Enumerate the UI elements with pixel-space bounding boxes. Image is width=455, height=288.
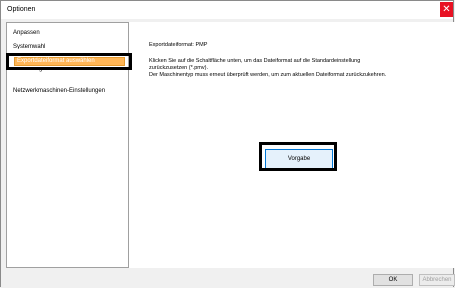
- sidebar-item-anpassen[interactable]: Anpassen: [13, 30, 40, 36]
- sidebar-item-exportdateiformat[interactable]: Exportdateiformat auswählen: [14, 57, 125, 66]
- ok-button[interactable]: OK: [373, 274, 413, 286]
- info-text-line-1: Klicken Sie auf die Schaltfläche unten, …: [149, 58, 361, 64]
- close-icon[interactable]: ✕: [440, 2, 453, 17]
- options-dialog: Optionen ✕ Anpassen Systemwahl Exportdat…: [0, 0, 455, 288]
- sidebar-item-benutzerschnittstelle[interactable]: Einstellungen Benutzerschnittstelle: [13, 68, 106, 75]
- title-bar: Optionen ✕: [1, 1, 453, 19]
- options-sidebar: Anpassen Systemwahl Exportdateiformat au…: [6, 22, 129, 268]
- dialog-title: Optionen: [7, 6, 36, 13]
- cancel-button[interactable]: Abbrechen: [419, 274, 455, 286]
- default-button[interactable]: Vorgabe: [265, 149, 333, 170]
- sidebar-item-systemwahl[interactable]: Systemwahl: [13, 43, 45, 49]
- content-panel: Exportdateiformat: PMP Klicken Sie auf d…: [129, 22, 455, 268]
- info-text-line-2: zurückzusetzen (*.pmv).: [149, 65, 208, 71]
- sidebar-item-netzwerkmaschinen[interactable]: Netzwerkmaschinen-Einstellungen: [13, 88, 105, 94]
- export-format-label: Exportdateiformat: PMP: [149, 42, 208, 48]
- button-bar: OK Abbrechen: [1, 269, 455, 288]
- info-text-line-3: Der Maschinentyp muss erneut überprüft w…: [149, 72, 387, 78]
